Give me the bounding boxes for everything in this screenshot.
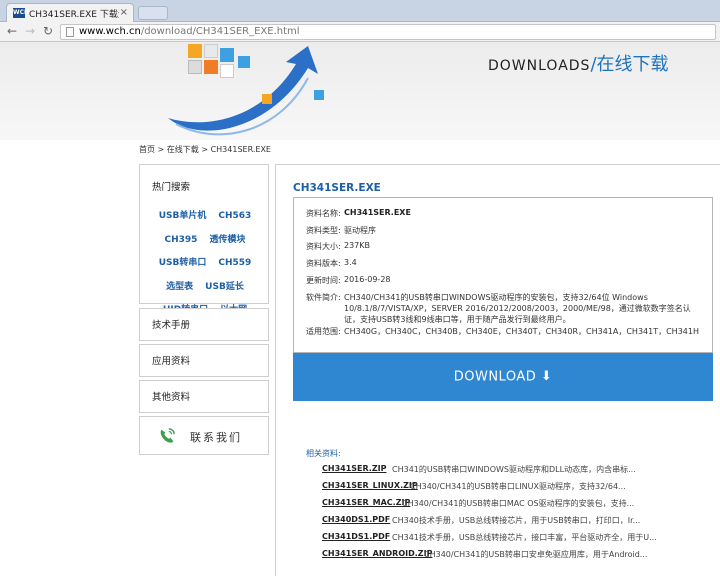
related-desc: CH340/CH341的USB转串口安卓免驱应用库，用于Android... bbox=[424, 550, 648, 559]
info-row-scope: 适用范围: CH340G，CH340C，CH340B，CH340E，CH340T… bbox=[306, 326, 699, 337]
hot-link[interactable]: 选型表 bbox=[166, 278, 193, 298]
hot-link[interactable]: CH559 bbox=[218, 254, 251, 274]
tab-close-icon[interactable]: × bbox=[120, 7, 128, 18]
info-key: 适用范围: bbox=[306, 327, 341, 336]
forward-arrow-icon[interactable]: → bbox=[22, 24, 38, 38]
cube-graphic bbox=[204, 60, 218, 74]
download-button[interactable]: DOWNLOAD ⬇ bbox=[293, 353, 713, 401]
page-icon bbox=[66, 27, 74, 37]
related-desc: CH340/CH341的USB转串口MAC OS驱动程序的安装包，支持... bbox=[402, 499, 635, 508]
hot-search-title: 热门搜索 bbox=[152, 182, 191, 193]
related-desc: CH341技术手册，USB总线转接芯片，接口丰富，平台驱动齐全，用于U... bbox=[392, 533, 657, 542]
download-arrow-icon: ⬇ bbox=[540, 369, 553, 384]
info-key: 软件简介: bbox=[306, 293, 341, 302]
hot-search-links: USB单片机 CH563 CH395 透传模块 USB转串口 CH559 选型表 USB… bbox=[140, 203, 270, 321]
downloads-banner: DOWNLOADS/在线下载 bbox=[0, 42, 720, 140]
related-item: CH341SER_LINUX.ZIP CH340/CH341的USB转串口LIN… bbox=[322, 481, 710, 492]
banner-title-cn: 在线下载 bbox=[596, 54, 669, 75]
info-value: CH340G，CH340C，CH340B，CH340E，CH340T，CH340… bbox=[344, 327, 699, 336]
related-title: 相关资料: bbox=[306, 449, 341, 458]
related-desc: CH341的USB转串口WINDOWS驱动程序和DLL动态库，内含串标... bbox=[392, 465, 636, 474]
info-key: 资料名称: bbox=[306, 209, 341, 218]
hot-search-panel: 热门搜索 USB单片机 CH563 CH395 透传模块 USB转串口 CH559 选… bbox=[139, 164, 269, 315]
favicon-icon: WCH bbox=[13, 8, 30, 18]
url-path: /download/CH341SER_EXE.html bbox=[140, 26, 300, 37]
info-value: CH341SER.EXE bbox=[344, 208, 411, 217]
file-title: CH341SER.EXE bbox=[293, 182, 381, 194]
info-row-name: 资料名称: CH341SER.EXE bbox=[306, 208, 411, 219]
browser-tab[interactable]: WCH CH341SER.EXE 下载资 × bbox=[6, 3, 134, 22]
info-row-version: 资料版本: 3.4 bbox=[306, 258, 357, 269]
related-link[interactable]: CH341SER_LINUX.ZIP bbox=[322, 481, 418, 492]
related-item: CH340DS1.PDF CH340技术手册，USB总线转接芯片，用于USB转串… bbox=[322, 515, 692, 526]
contact-us-label: 联系我们 bbox=[190, 431, 242, 444]
cube-graphic bbox=[238, 56, 250, 68]
info-value: 3.4 bbox=[344, 258, 357, 267]
cube-graphic bbox=[262, 94, 272, 104]
file-info-box: 资料名称: CH341SER.EXE 资料类型: 驱动程序 资料大小: 237K… bbox=[293, 197, 713, 353]
reload-icon[interactable]: ↻ bbox=[40, 24, 56, 38]
info-key: 资料大小: bbox=[306, 242, 341, 251]
related-item: CH341SER_ANDROID.ZIP CH340/CH341的USB转串口安… bbox=[322, 549, 714, 560]
phone-icon bbox=[160, 428, 175, 443]
related-item: CH341DS1.PDF CH341技术手册，USB总线转接芯片，接口丰富，平台… bbox=[322, 532, 692, 543]
contact-us-button[interactable]: 联系我们 bbox=[139, 416, 269, 455]
related-desc: CH340技术手册，USB总线转接芯片，用于USB转串口，打印口，Ir... bbox=[392, 516, 641, 525]
related-desc: CH340/CH341的USB转串口LINUX驱动程序，支持32/64... bbox=[410, 482, 626, 491]
related-item: CH341SER_MAC.ZIP CH340/CH341的USB转串口MAC O… bbox=[322, 498, 702, 509]
cube-graphic bbox=[220, 64, 234, 78]
new-tab-button[interactable] bbox=[138, 6, 168, 20]
sidebar-item-tech-manual[interactable]: 技术手册 bbox=[139, 308, 269, 341]
sidebar-item-other[interactable]: 其他资料 bbox=[139, 380, 269, 413]
hot-link[interactable]: CH563 bbox=[218, 207, 251, 227]
info-key: 更新时间: bbox=[306, 276, 341, 285]
hot-link[interactable]: USB转串口 bbox=[159, 254, 207, 274]
related-link[interactable]: CH340DS1.PDF bbox=[322, 515, 392, 526]
info-value: CH340/CH341的USB转串口WINDOWS驱动程序的安装包，支持32/6… bbox=[344, 293, 691, 324]
download-label: DOWNLOAD bbox=[453, 369, 537, 385]
hot-link[interactable]: USB延长 bbox=[205, 278, 244, 298]
cube-graphic bbox=[188, 60, 202, 74]
info-value: 驱动程序 bbox=[344, 226, 376, 235]
browser-tab-bar: WCH CH341SER.EXE 下载资 × bbox=[0, 0, 720, 22]
cube-graphic bbox=[204, 44, 218, 58]
cube-graphic bbox=[314, 90, 324, 100]
info-row-updated: 更新时间: 2016-09-28 bbox=[306, 275, 391, 286]
url-input[interactable]: www.wch.cn/download/CH341SER_EXE.html bbox=[60, 24, 716, 40]
info-key: 资料类型: bbox=[306, 226, 341, 235]
related-link[interactable]: CH341DS1.PDF bbox=[322, 532, 392, 543]
related-link[interactable]: CH341SER_ANDROID.ZIP bbox=[322, 549, 432, 560]
related-item: CH341SER.ZIP CH341的USB转串口WINDOWS驱动程序和DLL… bbox=[322, 464, 692, 475]
hot-link[interactable]: CH395 bbox=[165, 231, 198, 251]
address-bar: ← → ↻ www.wch.cn/download/CH341SER_EXE.h… bbox=[0, 22, 720, 42]
cube-graphic bbox=[188, 44, 202, 58]
related-link[interactable]: CH341SER.ZIP bbox=[322, 464, 392, 475]
breadcrumb[interactable]: 首页 > 在线下载 > CH341SER.EXE bbox=[139, 144, 271, 155]
url-host: www.wch.cn bbox=[79, 26, 141, 37]
info-key: 资料版本: bbox=[306, 259, 341, 268]
hot-link[interactable]: 透传模块 bbox=[209, 231, 245, 251]
info-row-summary: 软件简介: CH340/CH341的USB转串口WINDOWS驱动程序的安装包，… bbox=[306, 292, 704, 325]
info-row-type: 资料类型: 驱动程序 bbox=[306, 225, 376, 236]
sidebar-item-app-notes[interactable]: 应用资料 bbox=[139, 344, 269, 377]
tab-title: CH341SER.EXE 下载资 bbox=[29, 9, 119, 20]
hot-link[interactable]: USB单片机 bbox=[159, 207, 207, 227]
related-link[interactable]: CH341SER_MAC.ZIP bbox=[322, 498, 410, 509]
info-value: 2016-09-28 bbox=[344, 275, 391, 284]
info-row-size: 资料大小: 237KB bbox=[306, 241, 370, 252]
info-value: 237KB bbox=[344, 241, 371, 250]
cube-graphic bbox=[220, 48, 234, 62]
banner-title-en: DOWNLOADS bbox=[488, 58, 591, 74]
back-arrow-icon[interactable]: ← bbox=[4, 24, 20, 38]
banner-title: DOWNLOADS/在线下载 bbox=[488, 50, 669, 76]
